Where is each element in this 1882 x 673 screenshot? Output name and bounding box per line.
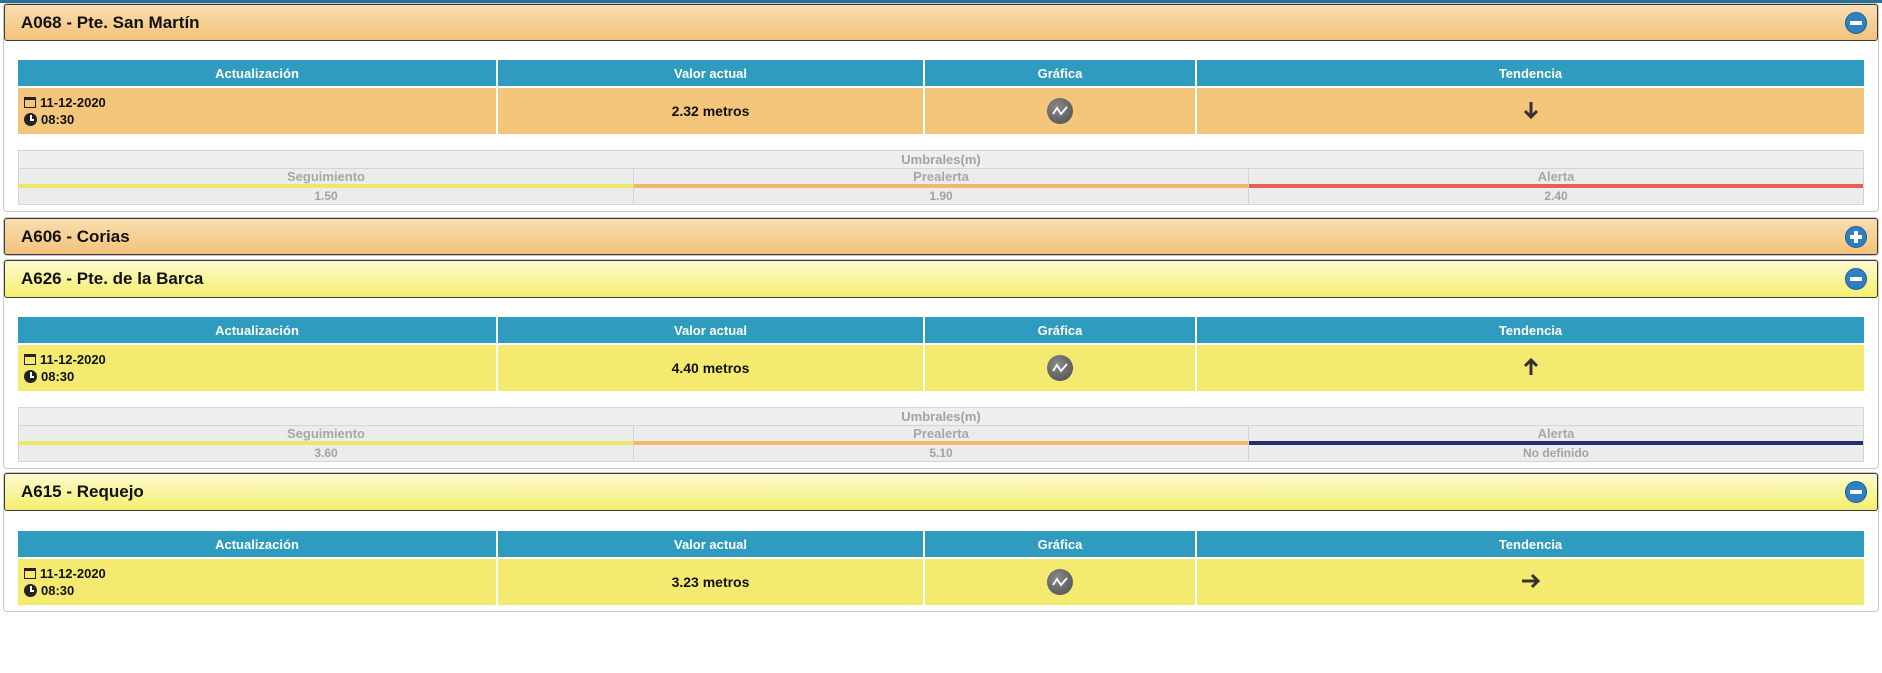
col-header-grafica: Gráfica xyxy=(924,317,1197,344)
table-row: 11-12-2020 08:30 2.32 metros xyxy=(18,86,1864,134)
minus-circle-icon[interactable] xyxy=(1845,11,1867,34)
arrow-down-icon xyxy=(1523,101,1539,122)
arrow-up-icon xyxy=(1523,357,1539,379)
threshold-value-alerta: No definido xyxy=(1248,445,1864,462)
minus-circle-icon[interactable] xyxy=(1845,481,1867,503)
current-value: 3.23 metros xyxy=(497,557,925,605)
clock-icon xyxy=(24,584,37,597)
thresholds-caption: Umbrales(m) xyxy=(18,150,1864,169)
threshold-name-prealerta: Prealerta xyxy=(633,168,1249,184)
update-time: 08:30 xyxy=(41,112,75,127)
thresholds-table: Umbrales(m) Seguimiento Prealerta Alerta… xyxy=(18,407,1864,462)
calendar-icon xyxy=(24,97,36,108)
chart-cell xyxy=(924,86,1197,134)
trend-cell xyxy=(1196,557,1864,605)
station-header[interactable]: A606 - Corias xyxy=(4,218,1878,255)
current-value: 4.40 metros xyxy=(497,343,925,391)
station-title: A068 - Pte. San Martín xyxy=(21,12,200,32)
update-cell: 11-12-2020 08:30 xyxy=(18,343,498,391)
thresholds-caption: Umbrales(m) xyxy=(18,407,1864,426)
table-row: 11-12-2020 08:30 4.40 metros xyxy=(18,343,1864,391)
station-title: A626 - Pte. de la Barca xyxy=(21,269,204,288)
trend-cell xyxy=(1196,86,1864,134)
threshold-name-seguimiento: Seguimiento xyxy=(18,168,634,184)
threshold-name-alerta: Alerta xyxy=(1248,425,1864,441)
col-header-tendencia: Tendencia xyxy=(1196,531,1864,558)
update-date: 11-12-2020 xyxy=(40,352,106,367)
update-cell: 11-12-2020 08:30 xyxy=(18,86,498,134)
col-header-actualizacion: Actualización xyxy=(18,531,498,558)
chart-cell xyxy=(924,557,1197,605)
threshold-value-seguimiento: 1.50 xyxy=(18,188,634,205)
station-panel: A606 - Corias xyxy=(3,217,1879,256)
threshold-value-prealerta: 1.90 xyxy=(633,188,1249,205)
col-header-tendencia: Tendencia xyxy=(1196,317,1864,344)
update-date: 11-12-2020 xyxy=(40,566,106,581)
calendar-icon xyxy=(24,568,36,579)
col-header-grafica: Gráfica xyxy=(924,531,1197,558)
col-header-actualizacion: Actualización xyxy=(18,60,498,87)
station-title: A615 - Requejo xyxy=(21,482,144,501)
col-header-actualizacion: Actualización xyxy=(18,317,498,344)
clock-icon xyxy=(24,113,37,126)
calendar-icon xyxy=(24,354,36,365)
clock-icon xyxy=(24,370,37,383)
plus-circle-icon[interactable] xyxy=(1845,225,1867,248)
threshold-name-seguimiento: Seguimiento xyxy=(18,425,634,441)
station-header[interactable]: A615 - Requejo xyxy=(4,473,1878,511)
line-chart-icon[interactable] xyxy=(1047,355,1073,381)
trend-cell xyxy=(1196,343,1864,391)
station-panel: A068 - Pte. San Martín Actualización Val… xyxy=(3,3,1879,212)
minus-circle-icon[interactable] xyxy=(1845,268,1867,290)
update-date: 11-12-2020 xyxy=(40,95,106,110)
current-value: 2.32 metros xyxy=(497,86,925,134)
col-header-tendencia: Tendencia xyxy=(1196,60,1864,87)
col-header-valor: Valor actual xyxy=(497,317,925,344)
station-panel: A615 - Requejo Actualización Valor actua… xyxy=(3,472,1879,612)
readings-table: Actualización Valor actual Gráfica Tende… xyxy=(18,317,1864,391)
thresholds-table: Umbrales(m) Seguimiento Prealerta Alerta… xyxy=(18,150,1864,205)
threshold-value-prealerta: 5.10 xyxy=(633,445,1249,462)
readings-table: Actualización Valor actual Gráfica Tende… xyxy=(18,531,1864,605)
chart-cell xyxy=(924,343,1197,391)
update-time: 08:30 xyxy=(41,369,75,384)
col-header-grafica: Gráfica xyxy=(924,60,1197,87)
update-time: 08:30 xyxy=(41,583,75,598)
station-header[interactable]: A068 - Pte. San Martín xyxy=(4,4,1878,41)
threshold-name-alerta: Alerta xyxy=(1248,168,1864,184)
col-header-valor: Valor actual xyxy=(497,531,925,558)
line-chart-icon[interactable] xyxy=(1047,98,1073,124)
station-panel: A626 - Pte. de la Barca Actualización Va… xyxy=(3,259,1879,469)
update-cell: 11-12-2020 08:30 xyxy=(18,557,498,605)
station-title: A606 - Corias xyxy=(21,226,130,246)
readings-table: Actualización Valor actual Gráfica Tende… xyxy=(18,60,1864,134)
threshold-name-prealerta: Prealerta xyxy=(633,425,1249,441)
threshold-value-alerta: 2.40 xyxy=(1248,188,1864,205)
threshold-value-seguimiento: 3.60 xyxy=(18,445,634,462)
line-chart-icon[interactable] xyxy=(1047,569,1073,595)
station-header[interactable]: A626 - Pte. de la Barca xyxy=(4,260,1878,298)
table-row: 11-12-2020 08:30 3.23 metros xyxy=(18,557,1864,605)
col-header-valor: Valor actual xyxy=(497,60,925,87)
arrow-right-icon xyxy=(1521,573,1541,592)
